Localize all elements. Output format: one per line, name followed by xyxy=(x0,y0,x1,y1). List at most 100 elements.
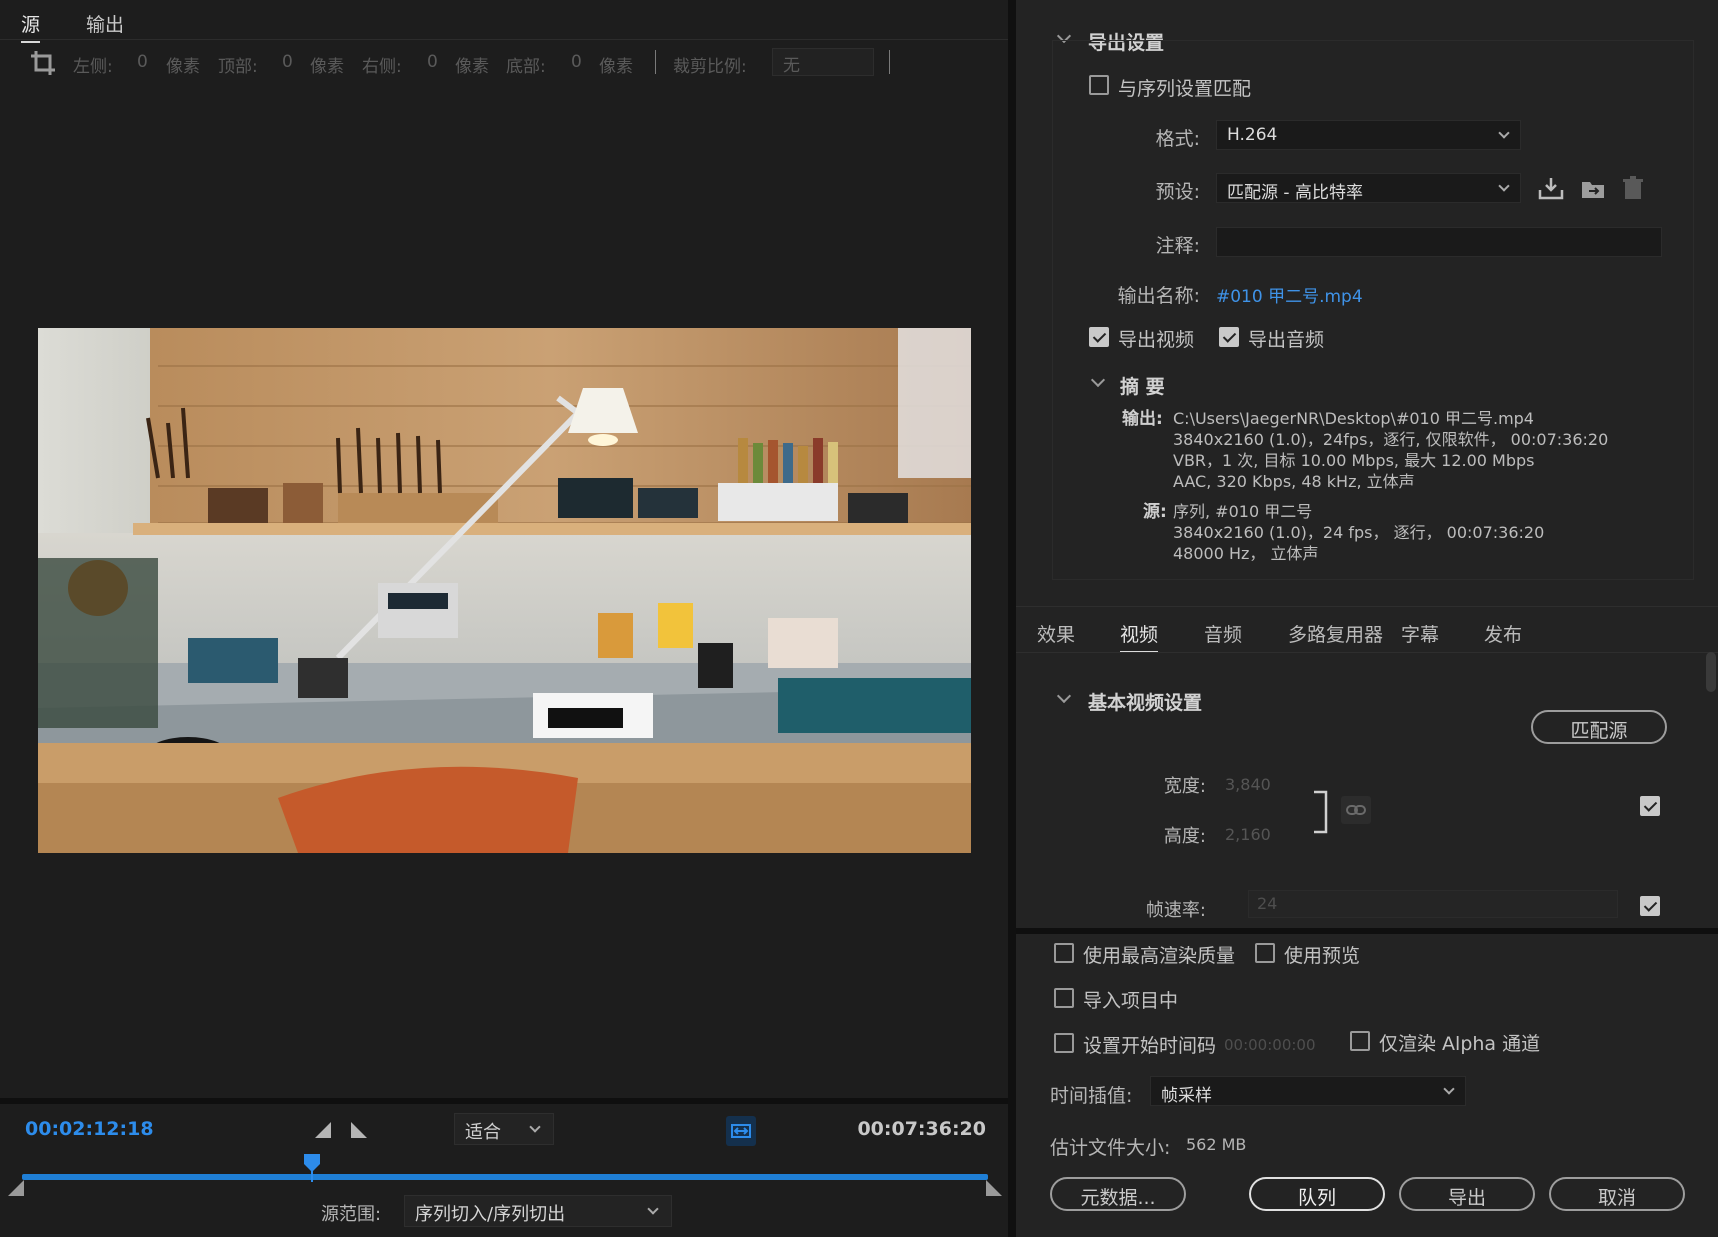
use-preview-checkbox[interactable] xyxy=(1255,943,1275,963)
collapse-chevron-icon[interactable] xyxy=(1056,688,1072,704)
start-timecode-value[interactable]: 00:00:00:00 xyxy=(1224,1036,1316,1054)
import-into-project-label: 导入项目中 xyxy=(1083,990,1179,1012)
queue-button[interactable]: 队列 xyxy=(1249,1177,1385,1211)
crop-ratio-dropdown[interactable]: 无 xyxy=(772,48,874,76)
match-size-checkbox[interactable] xyxy=(1640,796,1660,816)
crop-left-label: 左侧: xyxy=(73,57,113,77)
chevron-down-icon xyxy=(647,1203,659,1215)
output-name-label: 输出名称: xyxy=(1117,285,1200,307)
source-panel: 源 输出 左侧: 0 像素 顶部: 0 像素 右侧: 0 像素 底部: 0 像素… xyxy=(0,0,1008,1237)
tab-publish[interactable]: 发布 xyxy=(1484,620,1522,647)
source-range-value: 序列切入/序列切出 xyxy=(415,1204,566,1225)
chevron-down-icon xyxy=(529,1121,541,1133)
crop-bottom-value[interactable]: 0 xyxy=(571,52,582,72)
width-value[interactable]: 3,840 xyxy=(1225,775,1271,794)
estimated-size-value: 562 MB xyxy=(1186,1135,1247,1154)
export-button[interactable]: 导出 xyxy=(1399,1177,1535,1211)
match-sequence-label: 与序列设置匹配 xyxy=(1118,78,1252,100)
import-preset-icon[interactable] xyxy=(1580,176,1606,200)
crop-top-value[interactable]: 0 xyxy=(282,52,293,72)
preset-label: 预设: xyxy=(1155,181,1200,203)
source-tabs: 源 输出 xyxy=(0,0,1008,43)
divider xyxy=(655,50,656,74)
panel-splitter[interactable] xyxy=(1008,0,1016,1237)
summary-output-line: AAC, 320 Kbps, 48 kHz, 立体声 xyxy=(1173,472,1415,491)
panel-divider xyxy=(1016,928,1718,934)
tab-video[interactable]: 视频 xyxy=(1120,620,1159,653)
summary-title: 摘 要 xyxy=(1120,376,1165,398)
framerate-value: 24 xyxy=(1257,894,1278,913)
aspect-correction-button[interactable] xyxy=(726,1116,756,1146)
fit-frame-icon xyxy=(731,1124,751,1138)
set-start-timecode-label: 设置开始时间码 xyxy=(1083,1035,1217,1057)
format-dropdown[interactable]: H.264 xyxy=(1216,120,1521,150)
framerate-dropdown[interactable]: 24 xyxy=(1248,890,1618,918)
save-preset-icon[interactable] xyxy=(1538,176,1564,200)
crop-toolbar: 左侧: 0 像素 顶部: 0 像素 右侧: 0 像素 底部: 0 像素 裁剪比例… xyxy=(0,42,1008,82)
output-name-link[interactable]: #010 甲二号.mp4 xyxy=(1216,282,1363,307)
chain-link-icon xyxy=(1346,805,1366,815)
max-render-quality-checkbox[interactable] xyxy=(1054,943,1074,963)
estimated-size-label: 估计文件大小: xyxy=(1050,1137,1171,1159)
collapse-chevron-icon[interactable] xyxy=(1090,372,1106,388)
time-interpolation-dropdown[interactable]: 帧采样 xyxy=(1150,1076,1466,1106)
crop-icon[interactable] xyxy=(30,50,56,76)
chevron-down-icon xyxy=(1443,1083,1455,1095)
crop-bottom-label: 底部: xyxy=(506,57,546,77)
export-settings-title: 导出设置 xyxy=(1088,32,1165,54)
link-bracket xyxy=(1314,790,1328,834)
tab-multiplexer[interactable]: 多路复用器 xyxy=(1288,620,1383,647)
height-value[interactable]: 2,160 xyxy=(1225,825,1271,844)
tab-audio[interactable]: 音频 xyxy=(1204,620,1242,647)
export-audio-label: 导出音频 xyxy=(1248,329,1325,351)
crop-ratio-label: 裁剪比例: xyxy=(673,57,747,77)
framerate-label: 帧速率: xyxy=(1145,900,1206,921)
timeline-track[interactable] xyxy=(22,1174,988,1180)
zoom-fit-dropdown[interactable]: 适合 xyxy=(454,1113,554,1145)
total-duration: 00:07:36:20 xyxy=(857,1118,986,1140)
set-out-point-icon[interactable] xyxy=(349,1122,367,1138)
zoom-fit-value: 适合 xyxy=(465,1122,501,1143)
delete-preset-icon[interactable] xyxy=(1622,176,1644,200)
match-sequence-checkbox[interactable] xyxy=(1089,75,1109,95)
match-source-button[interactable]: 匹配源 xyxy=(1531,710,1667,744)
out-point-handle-icon[interactable] xyxy=(984,1180,1002,1196)
crop-ratio-value: 无 xyxy=(783,56,800,76)
match-framerate-checkbox[interactable] xyxy=(1640,896,1660,916)
export-video-checkbox[interactable] xyxy=(1089,327,1109,347)
source-range-dropdown[interactable]: 序列切入/序列切出 xyxy=(404,1195,672,1227)
format-label: 格式: xyxy=(1155,128,1200,150)
tab-source[interactable]: 源 xyxy=(21,10,41,43)
crop-left-unit: 像素 xyxy=(166,57,200,77)
tab-output[interactable]: 输出 xyxy=(86,10,124,37)
comment-input[interactable] xyxy=(1216,227,1662,257)
tab-captions[interactable]: 字幕 xyxy=(1401,620,1439,647)
export-audio-checkbox[interactable] xyxy=(1219,327,1239,347)
collapse-chevron-icon[interactable] xyxy=(1056,28,1072,44)
use-preview-label: 使用预览 xyxy=(1284,945,1361,967)
metadata-button[interactable]: 元数据... xyxy=(1050,1177,1186,1211)
set-in-point-icon[interactable] xyxy=(315,1122,333,1138)
comment-label: 注释: xyxy=(1155,235,1200,257)
crop-right-value[interactable]: 0 xyxy=(427,52,438,72)
source-range-label: 源范围: xyxy=(321,1204,382,1225)
video-preview-frame[interactable] xyxy=(38,328,971,853)
summary-source-key: 源: xyxy=(1143,502,1167,522)
constrain-proportions-button[interactable] xyxy=(1341,796,1371,824)
in-point-handle-icon[interactable] xyxy=(8,1180,26,1196)
cancel-button[interactable]: 取消 xyxy=(1549,1177,1685,1211)
import-into-project-checkbox[interactable] xyxy=(1054,988,1074,1008)
render-alpha-only-checkbox[interactable] xyxy=(1350,1031,1370,1051)
current-timecode[interactable]: 00:02:12:18 xyxy=(25,1118,154,1140)
time-interpolation-value: 帧采样 xyxy=(1161,1086,1212,1106)
set-start-timecode-checkbox[interactable] xyxy=(1054,1033,1074,1053)
preset-dropdown[interactable]: 匹配源 - 高比特率 xyxy=(1216,173,1521,203)
tab-effects[interactable]: 效果 xyxy=(1037,620,1075,647)
summary-output-key: 输出: xyxy=(1122,409,1163,429)
crop-left-value[interactable]: 0 xyxy=(137,52,148,72)
panel-divider xyxy=(0,1098,1008,1104)
crop-bottom-unit: 像素 xyxy=(599,57,633,77)
chevron-down-icon xyxy=(1498,127,1510,139)
settings-scrollbar[interactable] xyxy=(1706,652,1716,692)
playhead-marker[interactable] xyxy=(302,1154,322,1182)
